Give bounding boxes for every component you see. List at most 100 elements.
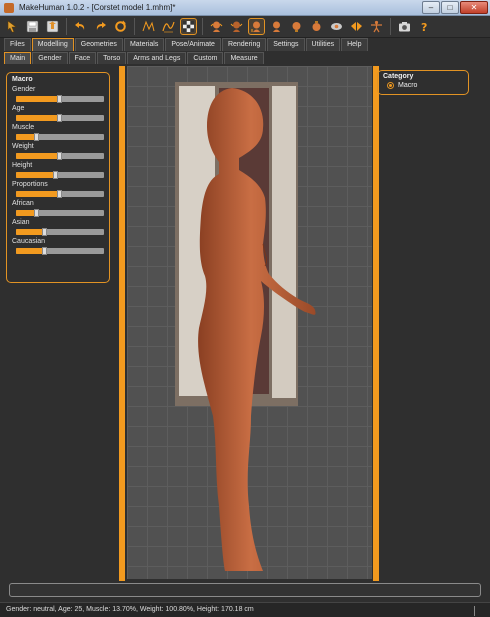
- macro-slider-label: Caucasian: [12, 238, 46, 245]
- slider-handle[interactable]: [34, 133, 39, 141]
- window-title: MakeHuman 1.0.2 - [Corstet model 1.mhm]*: [19, 3, 176, 12]
- symmetry-icon[interactable]: [348, 18, 365, 35]
- save-icon[interactable]: [24, 18, 41, 35]
- modelling-subtab-bar: Main Gender Face Torso Arms and Legs Cus…: [4, 52, 264, 65]
- resize-grip-icon[interactable]: [474, 606, 475, 616]
- main-tab-bar: Files Modelling Geometries Materials Pos…: [4, 38, 368, 52]
- right-view-icon[interactable]: [268, 18, 285, 35]
- macro-slider-row: Asian: [12, 219, 104, 236]
- screenshot-icon[interactable]: [396, 18, 413, 35]
- top-view-icon[interactable]: [288, 18, 305, 35]
- macro-panel: Macro Gender Age Muscle Weight Height Proport…: [6, 72, 110, 283]
- tab-files[interactable]: Files: [4, 38, 31, 51]
- subtab-custom[interactable]: Custom: [187, 52, 224, 64]
- 3d-viewport[interactable]: [127, 66, 372, 579]
- left-view-icon[interactable]: [248, 18, 265, 35]
- subtab-torso[interactable]: Torso: [97, 52, 127, 64]
- slider-fill: [16, 248, 45, 254]
- toolbar-separator: [134, 18, 135, 35]
- toolbar-separator: [390, 18, 391, 35]
- macro-slider[interactable]: [16, 209, 104, 217]
- slider-fill: [16, 172, 56, 178]
- subtab-arms-and-legs[interactable]: Arms and Legs: [127, 52, 187, 64]
- progress-bar: [9, 583, 481, 597]
- slider-handle[interactable]: [42, 228, 47, 236]
- subtab-gender[interactable]: Gender: [32, 52, 68, 64]
- macro-slider-label: Muscle: [12, 124, 35, 131]
- title-bar: MakeHuman 1.0.2 - [Corstet model 1.mhm]*…: [0, 0, 490, 16]
- macro-slider-row: Gender: [12, 86, 104, 103]
- macro-slider-row: Proportions: [12, 181, 104, 198]
- macro-slider-row: Height: [12, 162, 104, 179]
- tab-rendering[interactable]: Rendering: [221, 38, 267, 51]
- toolbar: ?: [0, 16, 490, 38]
- slider-fill: [16, 153, 60, 159]
- slider-handle[interactable]: [42, 247, 47, 255]
- maximize-button[interactable]: □: [441, 1, 459, 14]
- slider-handle[interactable]: [57, 190, 62, 198]
- pointer-icon[interactable]: [4, 18, 21, 35]
- macro-slider-label: Height: [12, 162, 33, 169]
- help-icon[interactable]: ?: [416, 18, 433, 35]
- macro-group-title: Macro: [12, 76, 33, 83]
- bottom-view-icon[interactable]: [308, 18, 325, 35]
- slider-handle[interactable]: [57, 152, 62, 160]
- status-text: Gender: neutral, Age: 25, Muscle: 13.70%…: [6, 606, 254, 613]
- checker-icon[interactable]: [180, 18, 197, 35]
- tab-materials[interactable]: Materials: [123, 38, 165, 51]
- reset-icon[interactable]: [112, 18, 129, 35]
- macro-slider-label: African: [12, 200, 34, 207]
- slider-fill: [16, 191, 60, 197]
- front-view-icon[interactable]: [208, 18, 225, 35]
- tab-geometries[interactable]: Geometries: [74, 38, 123, 51]
- wireframe-icon[interactable]: [140, 18, 157, 35]
- subtab-main[interactable]: Main: [4, 52, 32, 64]
- undo-icon[interactable]: [72, 18, 89, 35]
- minimize-button[interactable]: –: [422, 1, 440, 14]
- back-view-icon[interactable]: [228, 18, 245, 35]
- slider-handle[interactable]: [57, 114, 62, 122]
- slider-fill: [16, 115, 60, 121]
- tab-modelling[interactable]: Modelling: [31, 38, 74, 51]
- category-option-macro[interactable]: Macro: [387, 82, 463, 89]
- macro-slider[interactable]: [16, 247, 104, 255]
- svg-text:?: ?: [421, 21, 427, 33]
- makehuman-app-icon: [4, 2, 14, 13]
- pose-figure-icon[interactable]: [368, 18, 385, 35]
- slider-handle[interactable]: [57, 95, 62, 103]
- macro-slider[interactable]: [16, 228, 104, 236]
- status-bar: Gender: neutral, Age: 25, Muscle: 13.70%…: [0, 602, 490, 617]
- radio-selected-icon[interactable]: [387, 82, 394, 89]
- global-camera-icon[interactable]: [328, 18, 345, 35]
- close-button[interactable]: ✕: [460, 1, 488, 14]
- macro-slider[interactable]: [16, 133, 104, 141]
- left-panel-splitter[interactable]: [119, 66, 125, 581]
- subtab-face[interactable]: Face: [68, 52, 97, 64]
- macro-slider[interactable]: [16, 171, 104, 179]
- macro-slider[interactable]: [16, 152, 104, 160]
- tab-utilities[interactable]: Utilities: [305, 38, 341, 51]
- smooth-icon[interactable]: [160, 18, 177, 35]
- tab-settings[interactable]: Settings: [267, 38, 305, 51]
- toolbar-separator: [202, 18, 203, 35]
- category-option-label: Macro: [398, 82, 418, 89]
- macro-slider[interactable]: [16, 95, 104, 103]
- macro-slider-row: Caucasian: [12, 238, 104, 255]
- category-panel: Category Macro: [377, 70, 469, 95]
- tab-help[interactable]: Help: [341, 38, 368, 51]
- subtab-measure[interactable]: Measure: [224, 52, 264, 64]
- redo-icon[interactable]: [92, 18, 109, 35]
- macro-slider-row: African: [12, 200, 104, 217]
- macro-slider-row: Muscle: [12, 124, 104, 141]
- tab-pose-animate[interactable]: Pose/Animate: [165, 38, 221, 51]
- export-icon[interactable]: [44, 18, 61, 35]
- macro-slider[interactable]: [16, 190, 104, 198]
- viewport-canvas: [175, 82, 316, 571]
- right-panel-splitter[interactable]: [373, 66, 379, 581]
- macro-slider-row: Weight: [12, 143, 104, 160]
- macro-slider[interactable]: [16, 114, 104, 122]
- slider-handle[interactable]: [53, 171, 58, 179]
- slider-fill: [16, 229, 45, 235]
- slider-handle[interactable]: [34, 209, 39, 217]
- macro-slider-row: Age: [12, 105, 104, 122]
